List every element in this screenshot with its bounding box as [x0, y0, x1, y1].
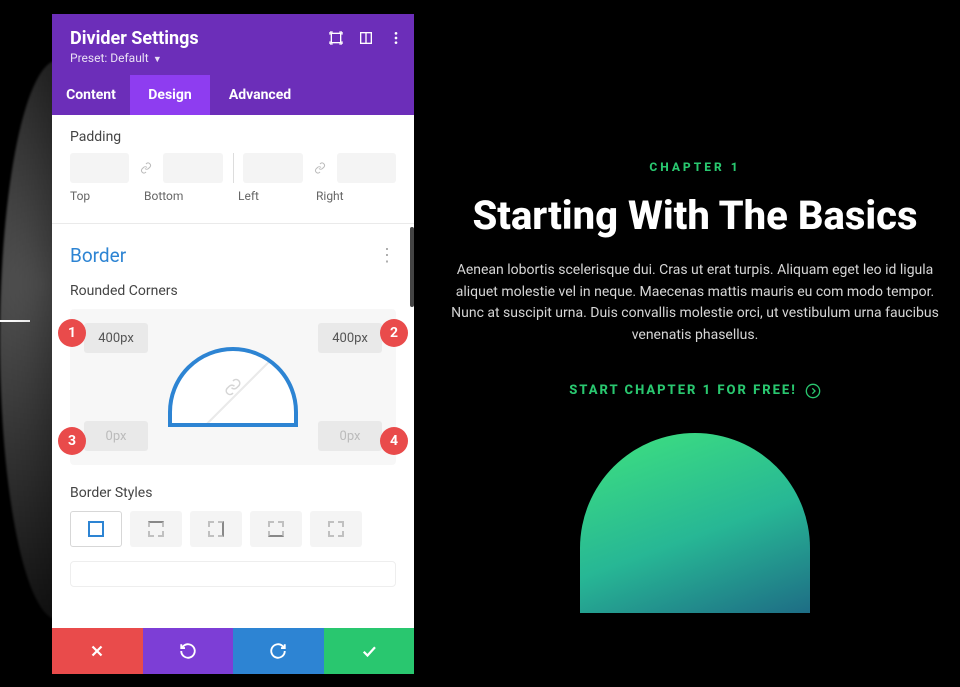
- pad-label-bottom: Bottom: [144, 189, 238, 203]
- cancel-button[interactable]: [52, 628, 143, 674]
- page-heading: Starting With The Basics: [440, 194, 950, 238]
- chapter-label: CHAPTER 1: [440, 160, 950, 174]
- corner-tr-input[interactable]: 400px: [318, 323, 382, 353]
- rounded-corners-preview: 1 2 3 4 400px 400px 0px 0px: [70, 309, 396, 465]
- expand-icon[interactable]: [328, 30, 344, 46]
- border-styles-label: Border Styles: [70, 485, 396, 501]
- annotation-badge-3: 3: [58, 427, 86, 455]
- tab-design[interactable]: Design: [130, 75, 210, 115]
- preset-dropdown[interactable]: Preset: Default ▼: [70, 51, 396, 65]
- border-style-right[interactable]: [190, 511, 242, 547]
- chevron-down-icon: ▼: [151, 55, 162, 65]
- padding-label: Padding: [70, 129, 396, 145]
- panel-header: Divider Settings Preset: Default ▼: [52, 14, 414, 75]
- border-style-left[interactable]: [310, 511, 362, 547]
- check-icon: [360, 642, 378, 660]
- border-style-bottom[interactable]: [250, 511, 302, 547]
- corner-tl-input[interactable]: 400px: [84, 323, 148, 353]
- border-section-label: Border: [70, 244, 126, 267]
- annotation-badge-2: 2: [380, 319, 408, 347]
- preset-label: Preset: Default: [70, 51, 149, 65]
- page-preview: CHAPTER 1 Starting With The Basics Aenea…: [430, 0, 960, 687]
- border-section-header[interactable]: Border ⋮: [70, 244, 396, 267]
- section-separator: [52, 223, 414, 224]
- border-style-top[interactable]: [130, 511, 182, 547]
- border-style-all[interactable]: [70, 511, 122, 547]
- link-horizontal-icon[interactable]: [311, 153, 329, 183]
- more-vertical-icon[interactable]: [388, 30, 404, 46]
- padding-top-input[interactable]: [70, 153, 129, 183]
- padding-sublabels: Top Bottom Left Right: [70, 189, 396, 203]
- more-vertical-icon[interactable]: ⋮: [378, 245, 396, 266]
- undo-button[interactable]: [143, 628, 234, 674]
- close-icon: [88, 642, 106, 660]
- undo-icon: [179, 642, 197, 660]
- columns-icon[interactable]: [358, 30, 374, 46]
- redo-button[interactable]: [233, 628, 324, 674]
- cta-label: START CHAPTER 1 FOR FREE!: [569, 383, 797, 398]
- padding-right-input[interactable]: [337, 153, 396, 183]
- corner-br-input[interactable]: 0px: [318, 421, 382, 451]
- arrow-right-circle-icon: [805, 383, 821, 399]
- padding-divider: [233, 153, 234, 183]
- border-styles-row: [70, 511, 396, 547]
- pad-label-top: Top: [70, 189, 144, 203]
- border-detail-box[interactable]: [70, 561, 396, 587]
- corner-bl-input[interactable]: 0px: [84, 421, 148, 451]
- tabs: Content Design Advanced: [52, 75, 414, 115]
- corner-preview-shape: [168, 347, 298, 427]
- settings-panel: Divider Settings Preset: Default ▼ Conte…: [52, 14, 414, 674]
- cta-link[interactable]: START CHAPTER 1 FOR FREE!: [569, 383, 821, 399]
- padding-inputs: [70, 153, 396, 183]
- background-divider-line: [0, 320, 30, 322]
- rounded-corners-label: Rounded Corners: [70, 283, 396, 299]
- annotation-badge-1: 1: [58, 319, 86, 347]
- pad-label-right: Right: [316, 189, 376, 203]
- padding-left-input[interactable]: [243, 153, 302, 183]
- divider-preview-shape: [580, 433, 810, 613]
- header-icons: [328, 30, 404, 46]
- tab-content[interactable]: Content: [52, 75, 130, 115]
- pad-label-left: Left: [238, 189, 316, 203]
- padding-bottom-input[interactable]: [163, 153, 222, 183]
- panel-body: Padding Top Bottom Left Right Border ⋮: [52, 115, 414, 628]
- tab-advanced[interactable]: Advanced: [210, 75, 310, 115]
- link-icon[interactable]: [224, 378, 242, 396]
- link-vertical-icon[interactable]: [137, 153, 155, 183]
- annotation-badge-4: 4: [380, 427, 408, 455]
- scrollbar[interactable]: [410, 227, 414, 307]
- panel-footer: [52, 628, 414, 674]
- page-description: Aenean lobortis scelerisque dui. Cras ut…: [445, 260, 945, 347]
- save-button[interactable]: [324, 628, 415, 674]
- redo-icon: [269, 642, 287, 660]
